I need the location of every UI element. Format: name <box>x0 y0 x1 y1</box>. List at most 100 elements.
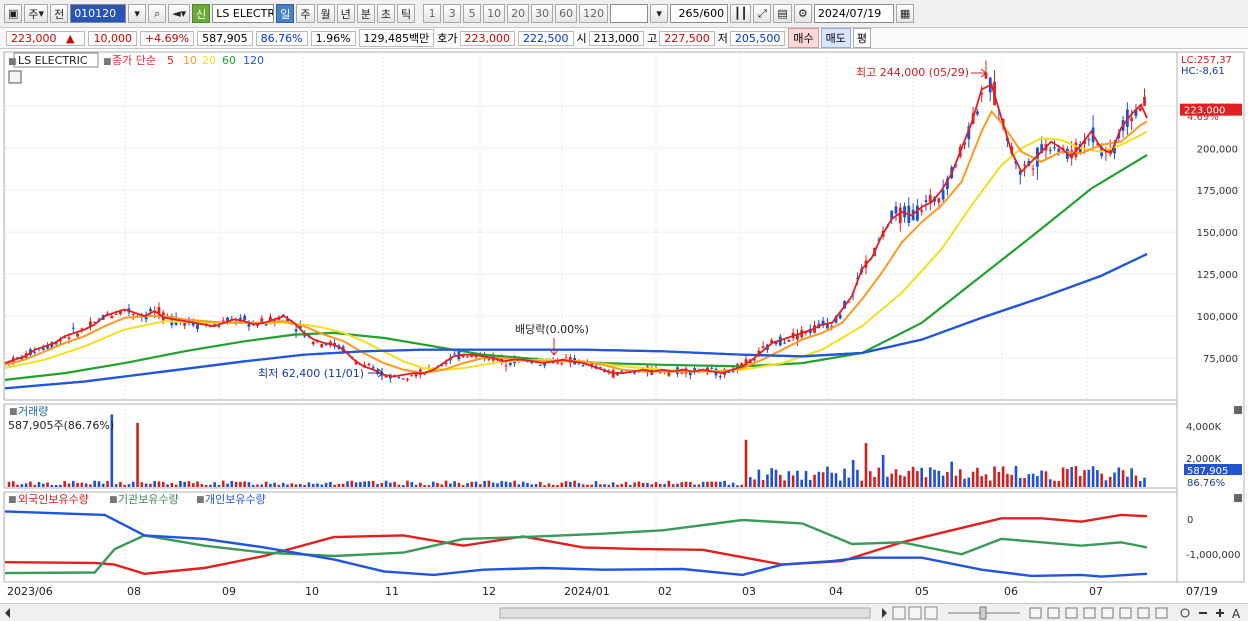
market-select[interactable]: 주 ▾ <box>24 4 49 23</box>
chart-tool-icon[interactable] <box>1029 607 1042 619</box>
candle-body <box>397 377 401 379</box>
interval-custom-input[interactable] <box>610 4 649 23</box>
gear-icon[interactable]: ⚙ <box>793 4 812 23</box>
stock-chart[interactable]: ■ LS ELECTRIC ■ 종가 단순 5 10 20 60 120 최고 … <box>0 50 1248 603</box>
chart-tool-icon[interactable] <box>1137 607 1150 619</box>
interval-3[interactable]: 3 <box>443 4 462 23</box>
holdings-bullet-icon: ■ <box>196 495 205 505</box>
volume-bar <box>24 483 28 487</box>
volume-bar <box>93 480 96 487</box>
font-size-icon[interactable]: A <box>1232 607 1241 621</box>
period-day-tab[interactable]: 일 <box>276 4 295 23</box>
scroll-right-icon[interactable] <box>882 608 887 618</box>
volume-bar <box>718 481 722 487</box>
chart-area[interactable]: ■ LS ELECTRIC ■ 종가 단순 5 10 20 60 120 최고 … <box>0 50 1248 603</box>
candle-body <box>453 353 457 355</box>
date-axis-label: 03 <box>742 585 756 598</box>
interval-10[interactable]: 10 <box>483 4 506 23</box>
volume-bar <box>838 480 842 487</box>
interval-dropdown-icon[interactable]: ▾ <box>650 4 669 23</box>
code-dropdown-icon[interactable]: ▾ <box>128 4 147 23</box>
volume-bar <box>1091 466 1095 487</box>
volume-bar <box>1010 474 1013 487</box>
date-axis-label: 10 <box>305 585 319 598</box>
holdings-close-icon[interactable] <box>1234 494 1242 502</box>
volume-bar <box>1001 466 1005 487</box>
price-axis-label: 150,000 <box>1197 228 1238 239</box>
table-toggle-icon[interactable] <box>8 70 22 84</box>
volume-bar <box>950 461 953 487</box>
scroll-thumb[interactable] <box>499 607 871 619</box>
interval-1[interactable]: 1 <box>423 4 442 23</box>
interval-5[interactable]: 5 <box>463 4 482 23</box>
draw-tool-icon[interactable]: ⤢ <box>753 4 772 23</box>
period-second-tab[interactable]: 초 <box>376 4 396 23</box>
credit-badge[interactable]: 신 <box>192 4 211 23</box>
volume-bar <box>581 484 585 487</box>
volume-bar <box>941 475 945 487</box>
current-price: 223,000 ▲ <box>6 30 86 46</box>
price-axis-label: 175,000 <box>1197 186 1238 197</box>
evaluate-button[interactable]: 평 <box>852 28 872 48</box>
interval-30[interactable]: 30 <box>531 4 554 23</box>
buy-button[interactable]: 매수 <box>788 28 819 48</box>
volume-bar <box>813 474 816 487</box>
chart-window-icon[interactable]: ▣ <box>4 4 23 23</box>
zoom-in-icon[interactable] <box>1216 609 1224 617</box>
calendar-icon[interactable]: ▦ <box>895 4 915 23</box>
legend-ma-10: 10 <box>183 54 197 67</box>
period-year-tab[interactable]: 년 <box>336 4 355 23</box>
volume-bar <box>1066 468 1069 487</box>
interval-20[interactable]: 20 <box>507 4 530 23</box>
volume-bar <box>140 482 144 487</box>
zoom-slider-handle[interactable] <box>979 606 987 620</box>
period-tick-tab[interactable]: 틱 <box>397 4 416 23</box>
volume-bar <box>157 481 161 487</box>
chart-tool-icon[interactable] <box>1119 607 1132 619</box>
volume-close-icon[interactable] <box>1234 406 1242 414</box>
zoom-search-icon[interactable] <box>1180 608 1190 618</box>
candle-type-icon[interactable]: ┃┃ <box>730 4 752 23</box>
volume-bar <box>847 477 851 487</box>
holdings-bullet-icon: ■ <box>109 495 118 505</box>
volume-bar <box>371 480 375 487</box>
rewind-icon[interactable] <box>892 606 906 620</box>
chart-tool-icon[interactable] <box>1101 607 1114 619</box>
volume-bar <box>260 484 264 487</box>
volume-bar <box>886 476 889 487</box>
volume-bar <box>946 471 949 487</box>
volume-bar <box>341 483 345 487</box>
interval-120[interactable]: 120 <box>579 4 609 23</box>
volume-bar <box>200 484 204 487</box>
chart-tool-icon[interactable] <box>1065 607 1078 619</box>
scope-select[interactable]: 전 <box>50 4 69 23</box>
volume-bar <box>1143 477 1146 487</box>
speaker-icon[interactable]: ◄▾ <box>168 4 191 23</box>
chart-tool-icon[interactable] <box>1155 607 1168 619</box>
period-minute-tab[interactable]: 분 <box>356 4 375 23</box>
volume-bar <box>299 483 302 487</box>
volume-bar <box>937 470 941 487</box>
forward-icon[interactable] <box>924 606 938 620</box>
stock-code-input[interactable]: 010120 <box>70 4 127 23</box>
search-icon[interactable]: ⌕ <box>148 4 167 23</box>
volume-bar <box>1040 470 1043 487</box>
volume-bar <box>710 481 714 487</box>
interval-60[interactable]: 60 <box>555 4 578 23</box>
volume-bar <box>230 480 234 487</box>
period-week-tab[interactable]: 주 <box>296 4 315 23</box>
date-field[interactable]: 2024/07/19 <box>813 4 894 23</box>
candle-body <box>33 351 37 353</box>
scroll-left-icon[interactable] <box>5 608 10 618</box>
volume-last-pct: 86.76% <box>1187 478 1225 489</box>
chart-scrollbar[interactable]: A <box>0 603 1248 621</box>
volume-bar <box>294 484 298 487</box>
save-icon[interactable]: ▤ <box>773 4 792 23</box>
sell-button[interactable]: 매도 <box>820 28 851 48</box>
volume-bar <box>654 482 658 487</box>
chart-tool-icon[interactable] <box>1083 607 1096 619</box>
chart-tool-icon[interactable] <box>1047 607 1060 619</box>
data-count-field[interactable]: 265/600 <box>670 4 729 23</box>
period-month-tab[interactable]: 월 <box>316 4 335 23</box>
stop-icon[interactable] <box>908 606 922 620</box>
